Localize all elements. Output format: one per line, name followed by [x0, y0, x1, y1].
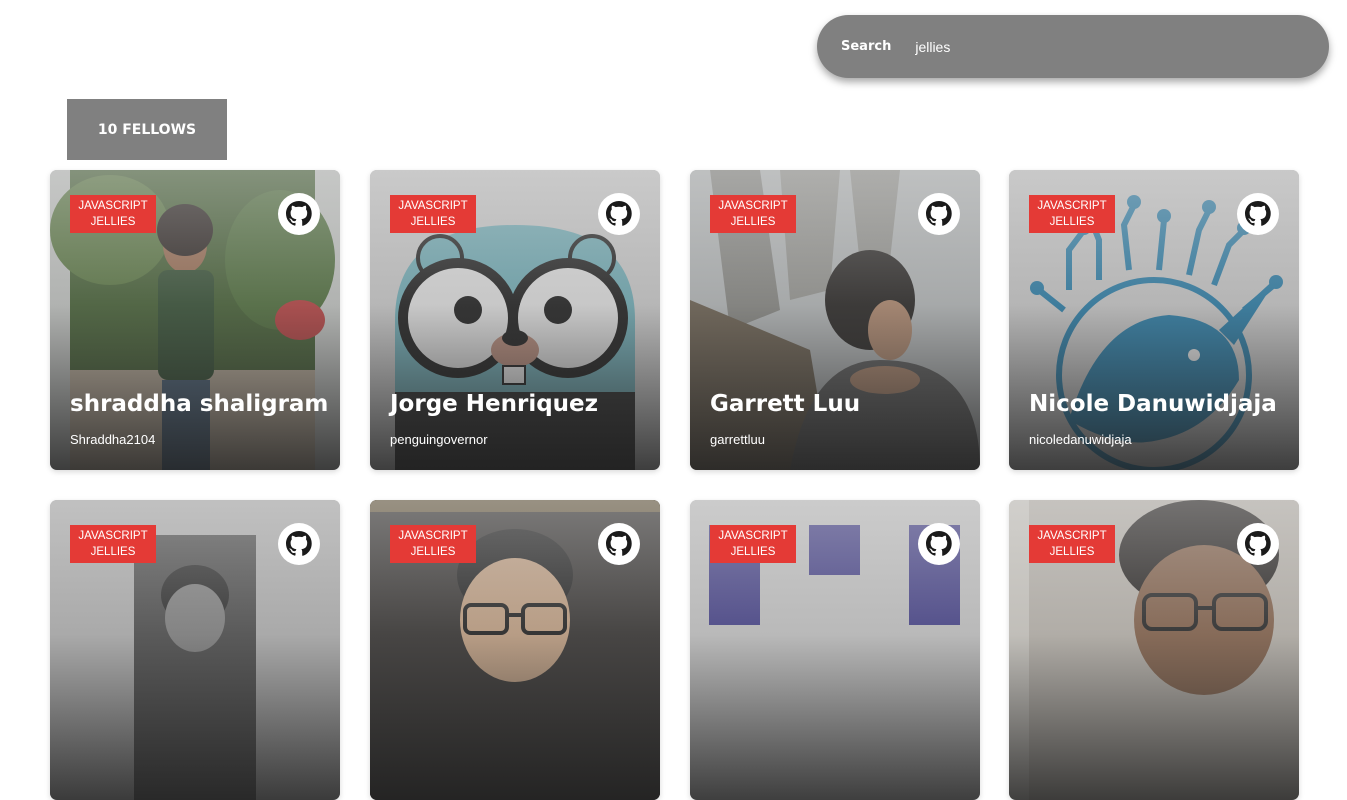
fellow-card[interactable]: JAVASCRIPT JELLIES	[50, 500, 340, 800]
team-tag: JAVASCRIPT JELLIES	[710, 195, 796, 233]
fellow-name: Garrett Luu	[710, 391, 861, 417]
github-icon[interactable]	[918, 523, 960, 565]
fellow-name: Jorge Henriquez	[390, 391, 599, 417]
fellow-card[interactable]: JAVASCRIPT JELLIES	[370, 500, 660, 800]
team-tag: JAVASCRIPT JELLIES	[1029, 195, 1115, 233]
team-tag: JAVASCRIPT JELLIES	[1029, 525, 1115, 563]
github-icon[interactable]	[278, 193, 320, 235]
search-input[interactable]	[915, 38, 1296, 55]
fellow-card[interactable]: JAVASCRIPT JELLIES Jorge Henriquez pengu…	[370, 170, 660, 470]
github-icon[interactable]	[598, 193, 640, 235]
team-tag: JAVASCRIPT JELLIES	[70, 195, 156, 233]
fellow-name: shraddha shaligram	[70, 391, 329, 417]
search-bar[interactable]: Search	[817, 15, 1329, 78]
fellow-name: Nicole Danuwidjaja	[1029, 391, 1277, 417]
fellow-handle: Shraddha2104	[70, 432, 156, 447]
github-icon[interactable]	[1237, 523, 1279, 565]
github-icon[interactable]	[1237, 193, 1279, 235]
fellow-handle: garrettluu	[710, 432, 765, 447]
fellow-card[interactable]: JAVASCRIPT JELLIES Garrett Luu garrettlu…	[690, 170, 980, 470]
team-tag: JAVASCRIPT JELLIES	[390, 195, 476, 233]
fellow-handle: penguingovernor	[390, 432, 488, 447]
fellows-count-badge: 10 FELLOWS	[67, 99, 227, 160]
search-label: Search	[841, 39, 892, 54]
fellow-card[interactable]: JAVASCRIPT JELLIES shraddha shaligram Sh…	[50, 170, 340, 470]
team-tag: JAVASCRIPT JELLIES	[390, 525, 476, 563]
github-icon[interactable]	[598, 523, 640, 565]
github-icon[interactable]	[918, 193, 960, 235]
fellow-card[interactable]: JAVASCRIPT JELLIES	[690, 500, 980, 800]
fellow-card[interactable]: JAVASCRIPT JELLIES Nicole Danuwidjaja ni…	[1009, 170, 1299, 470]
fellow-handle: nicoledanuwidjaja	[1029, 432, 1132, 447]
fellow-card[interactable]: JAVASCRIPT JELLIES	[1009, 500, 1299, 800]
github-icon[interactable]	[278, 523, 320, 565]
team-tag: JAVASCRIPT JELLIES	[710, 525, 796, 563]
team-tag: JAVASCRIPT JELLIES	[70, 525, 156, 563]
